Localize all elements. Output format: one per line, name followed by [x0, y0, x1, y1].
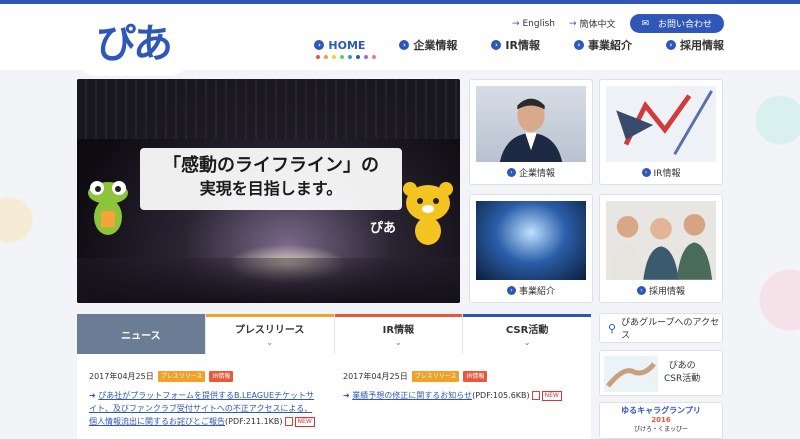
bear-mascot-icon: [403, 182, 453, 245]
main-nav: › HOME › 企業情報 › IR情報 › 事業紹介 › 採用情報: [314, 37, 724, 59]
chevron-right-icon: ›: [574, 40, 584, 50]
new-badge: NEW: [541, 390, 562, 401]
hero-signature: ぴあ: [369, 221, 396, 236]
card-recruit-label: › 採用情報: [600, 284, 722, 297]
person-silhouette-icon: [499, 98, 563, 162]
chevron-down-icon: ⌄: [266, 338, 273, 347]
staff-photo: [606, 201, 716, 280]
news-date: 2017年04月25日: [89, 372, 154, 381]
news-panel: 2017年04月25日 プレスリリース IR情報 ➜ ぴあ社がプラットフォームを…: [77, 354, 591, 439]
card-business[interactable]: › 事業紹介: [469, 194, 593, 303]
nav-business[interactable]: › 事業紹介: [574, 37, 632, 53]
chevron-right-icon: ›: [636, 286, 646, 295]
access-button[interactable]: ⚲ ぴあグループへのアクセス: [599, 313, 723, 343]
press-badge: プレスリリース: [157, 371, 206, 382]
news-date: 2017年04月25日: [343, 372, 408, 381]
contact-button[interactable]: ✉ お問い合わせ: [629, 14, 724, 33]
news-link[interactable]: 業績予想の修正に関するお知らせ: [352, 391, 472, 400]
crowd-image: [77, 258, 460, 303]
logo-text: ぴあ: [96, 21, 173, 67]
chevron-right-icon: ›: [399, 40, 410, 50]
chevron-right-icon: ›: [491, 40, 502, 50]
press-badge: プレスリリース: [411, 371, 460, 382]
arrow-right-icon: →: [511, 18, 520, 29]
chevron-right-icon: ›: [314, 40, 325, 50]
chevron-right-icon: ➜: [89, 391, 96, 400]
ir-badge: IR情報: [463, 371, 488, 382]
stage-truss-image: [77, 79, 460, 139]
ir-badge: IR情報: [209, 371, 234, 382]
chinese-link[interactable]: → 簡体中文: [569, 17, 616, 31]
news-item-left: 2017年04月25日 プレスリリース IR情報 ➜ ぴあ社がプラットフォームを…: [89, 371, 315, 427]
card-ir-label: › IR情報: [600, 166, 722, 179]
chevron-right-icon: ›: [641, 168, 651, 177]
chevron-down-icon: ⌄: [395, 338, 402, 347]
pdf-icon: [531, 391, 540, 400]
pdf-icon: [284, 417, 293, 426]
frog-mascot-icon: [88, 181, 128, 235]
map-pin-icon: ⚲: [608, 321, 617, 335]
hero-line-2: 実現を目指します。: [199, 179, 343, 198]
card-recruit[interactable]: › 採用情報: [599, 194, 723, 303]
hero-message-box: 「感動のライフライン」の 実現を目指します。: [140, 148, 402, 210]
nav-home[interactable]: › HOME: [314, 37, 377, 59]
csr-button[interactable]: ぴあの CSR活動: [599, 350, 723, 396]
card-corporate[interactable]: › 企業情報: [469, 79, 593, 185]
mail-icon: ✉: [641, 18, 650, 29]
three-people-icon: [609, 213, 713, 280]
chevron-right-icon: ➜: [343, 391, 350, 400]
tab-news[interactable]: ニュース: [77, 314, 206, 362]
tab-ir[interactable]: IR情報 ⌄: [334, 314, 464, 354]
chevron-down-icon: ⌄: [523, 338, 531, 347]
hero-banner[interactable]: 「感動のライフライン」の 実現を目指します。 ぴあ: [77, 79, 460, 303]
chevron-right-icon: ›: [666, 40, 676, 50]
logo[interactable]: ぴあ: [78, 4, 188, 76]
active-indicator-dots: [316, 55, 377, 59]
arrow-right-icon: →: [569, 18, 577, 29]
yuru-chara-banner[interactable]: ゆるキャラグランプリ 2016 ぴけろ・くまッぴー: [599, 402, 723, 439]
site-header: ぴあ → English → 簡体中文 ✉ お問い合わせ › HOME › 企業情報…: [0, 4, 800, 76]
new-badge: NEW: [294, 416, 315, 427]
chevron-right-icon: ›: [506, 286, 516, 295]
chart-photo: [606, 86, 716, 162]
news-item-right: 2017年04月25日 プレスリリース IR情報 ➜ 業績予想の修正に関するお知…: [343, 370, 583, 402]
csr-text: ぴあの CSR活動: [664, 361, 701, 384]
nav-corporate[interactable]: › 企業情報: [399, 37, 457, 53]
english-link[interactable]: → English: [512, 19, 555, 29]
nav-recruit[interactable]: › 採用情報: [666, 37, 724, 53]
hero-line-1: 「感動のライフライン」の: [163, 155, 379, 176]
card-corporate-label: › 企業情報: [470, 166, 592, 179]
tab-press-release[interactable]: プレスリリース ⌄: [205, 314, 335, 354]
chevron-right-icon: ›: [506, 168, 516, 177]
utility-links: → English → 簡体中文 ✉ お問い合わせ: [512, 14, 724, 33]
nav-ir[interactable]: › IR情報: [491, 37, 540, 53]
chart-illustration-icon: [606, 86, 716, 162]
concert-photo: [476, 201, 586, 280]
hands-photo-icon: [604, 356, 658, 392]
president-photo: [476, 86, 586, 162]
news-tabs: ニュース プレスリリース ⌄ IR情報 ⌄ CSR活動 ⌄: [77, 314, 591, 362]
tab-csr[interactable]: CSR活動 ⌄: [463, 314, 591, 354]
card-business-label: › 事業紹介: [470, 284, 592, 297]
card-ir[interactable]: › IR情報: [599, 79, 723, 185]
